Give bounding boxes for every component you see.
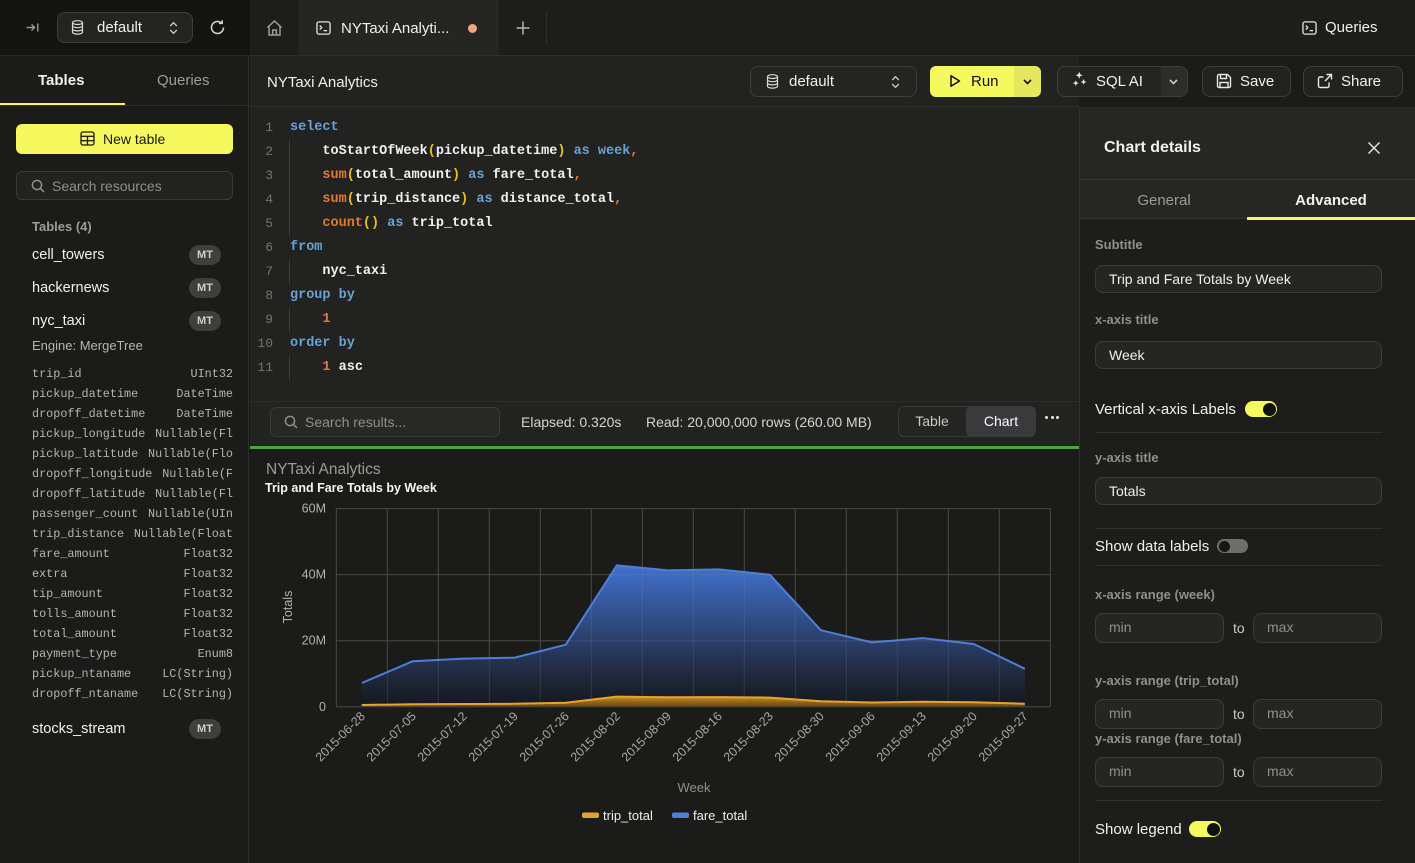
- svg-text:Trip and Fare Totals by Week: Trip and Fare Totals by Week: [265, 481, 437, 495]
- svg-text:2015-06-28: 2015-06-28: [313, 709, 368, 764]
- svg-text:0: 0: [319, 700, 326, 714]
- svg-text:40M: 40M: [302, 568, 326, 582]
- svg-text:2015-09-13: 2015-09-13: [874, 709, 929, 764]
- svg-text:Totals: Totals: [281, 591, 295, 624]
- svg-text:Week: Week: [678, 780, 711, 795]
- svg-text:2015-09-20: 2015-09-20: [925, 709, 980, 764]
- svg-text:trip_total: trip_total: [603, 808, 653, 823]
- svg-text:20M: 20M: [302, 634, 326, 648]
- svg-text:2015-08-16: 2015-08-16: [670, 709, 725, 764]
- svg-text:2015-08-23: 2015-08-23: [721, 709, 776, 764]
- svg-text:2015-07-12: 2015-07-12: [415, 709, 470, 764]
- svg-text:2015-08-02: 2015-08-02: [568, 709, 623, 764]
- svg-text:2015-08-09: 2015-08-09: [619, 709, 674, 764]
- svg-text:2015-08-30: 2015-08-30: [772, 709, 827, 764]
- svg-text:NYTaxi Analytics: NYTaxi Analytics: [266, 461, 381, 478]
- svg-text:2015-07-19: 2015-07-19: [466, 709, 521, 764]
- svg-text:2015-09-06: 2015-09-06: [823, 709, 878, 764]
- svg-text:60M: 60M: [302, 502, 326, 516]
- svg-text:2015-07-05: 2015-07-05: [364, 709, 419, 764]
- svg-text:fare_total: fare_total: [693, 808, 747, 823]
- svg-text:2015-09-27: 2015-09-27: [976, 709, 1031, 764]
- svg-text:2015-07-26: 2015-07-26: [517, 709, 572, 764]
